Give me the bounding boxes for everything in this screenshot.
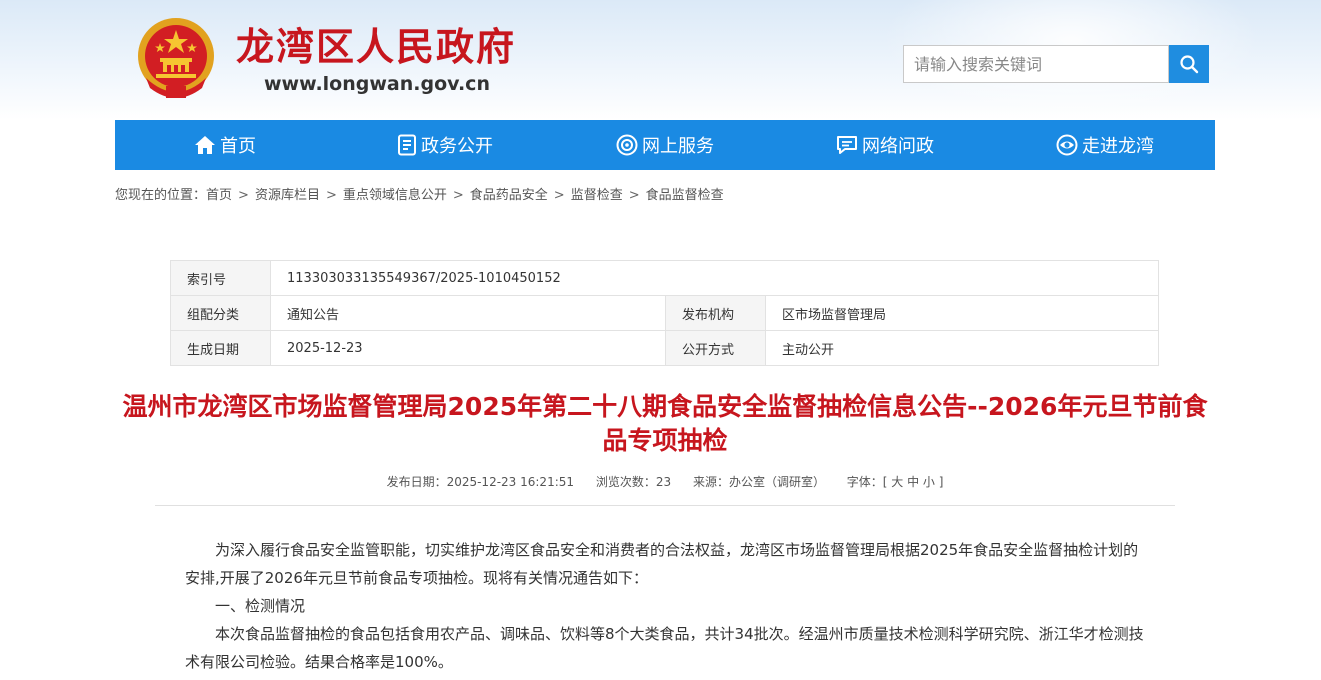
main-nav: 首页 政务公开 网上服务 网络问政 走进龙湾 [115, 120, 1215, 170]
breadcrumb-item-inspection[interactable]: 监督检查 [571, 188, 623, 203]
method-value: 主动公开 [765, 330, 1159, 366]
nav-item-government-affairs[interactable]: 政务公开 [335, 120, 555, 170]
breadcrumb-separator: > [452, 188, 464, 203]
nav-label: 网络问政 [862, 136, 934, 157]
table-row: 组配分类 通知公告 发布机构 区市场监督管理局 [170, 295, 1159, 331]
nav-item-home[interactable]: 首页 [115, 120, 335, 170]
category-value: 通知公告 [270, 295, 666, 331]
article-info: 发布日期：2025-12-23 16:21:51 浏览次数：23 来源：办公室（… [115, 473, 1215, 490]
divider [155, 505, 1175, 506]
search-icon [1180, 55, 1199, 74]
nav-label: 首页 [220, 136, 256, 157]
publish-date: 发布日期：2025-12-23 16:21:51 [386, 475, 575, 489]
breadcrumb-item-food-drug[interactable]: 食品药品安全 [470, 188, 548, 203]
eye-icon [1056, 134, 1078, 156]
method-label: 公开方式 [665, 330, 766, 366]
breadcrumb-item-key-areas[interactable]: 重点领域信息公开 [343, 188, 447, 203]
publisher-value: 区市场监督管理局 [765, 295, 1159, 331]
index-label: 索引号 [170, 260, 271, 296]
breadcrumb-separator: > [325, 188, 337, 203]
category-label: 组配分类 [170, 295, 271, 331]
search-button[interactable] [1169, 45, 1209, 83]
article-paragraph: 本次食品监督抽检的食品包括食用农产品、调味品、饮料等8个大类食品，共计34批次。… [185, 625, 1144, 671]
index-value: 113303033135549367/2025-1010450152 [270, 260, 1159, 296]
font-size-control[interactable]: 字体：[ 大 中 小 ] [847, 475, 944, 489]
breadcrumb-item-resource[interactable]: 资源库栏目 [255, 188, 320, 203]
nav-label: 走进龙湾 [1082, 136, 1154, 157]
nav-item-online-service[interactable]: 网上服务 [555, 120, 775, 170]
breadcrumb-separator: > [553, 188, 565, 203]
date-label: 生成日期 [170, 330, 271, 366]
nav-item-about-longwan[interactable]: 走进龙湾 [995, 120, 1215, 170]
site-title[interactable]: 龙湾区人民政府 [236, 24, 516, 70]
breadcrumb-item-food-inspection[interactable]: 食品监督检查 [646, 188, 724, 203]
chat-icon [837, 136, 857, 154]
document-meta-table: 索引号 113303033135549367/2025-1010450152 组… [170, 260, 1159, 366]
breadcrumb-separator: > [238, 188, 249, 203]
article-content: 为深入履行食品安全监管职能，切实维护龙湾区食品安全和消费者的合法权益，龙湾区市场… [185, 536, 1145, 676]
breadcrumb-prefix: 您现在的位置： [115, 188, 207, 203]
article-title: 温州市龙湾区市场监督管理局2025年第二十八期食品安全监督抽检信息公告--202… [122, 392, 1208, 455]
home-icon [195, 136, 215, 154]
article-source: 来源：办公室（调研室） [692, 475, 825, 489]
nav-label: 政务公开 [421, 136, 493, 157]
document-icon [398, 134, 416, 156]
breadcrumb: 您现在的位置：首页 > 资源库栏目 > 重点领域信息公开 > 食品药品安全 > 监督检查 > 食品监… [115, 186, 724, 206]
service-icon [616, 134, 638, 156]
article-paragraph: 一、检测情况 [215, 597, 306, 615]
national-emblem-icon[interactable] [136, 16, 216, 100]
view-count: 浏览次数：23 [595, 475, 672, 489]
date-value: 2025-12-23 [270, 330, 666, 366]
table-row: 生成日期 2025-12-23 公开方式 主动公开 [170, 330, 1159, 366]
nav-item-online-inquiry[interactable]: 网络问政 [775, 120, 995, 170]
search-input[interactable] [903, 45, 1169, 83]
publisher-label: 发布机构 [665, 295, 766, 331]
breadcrumb-item-home[interactable]: 首页 [206, 188, 232, 203]
table-row: 索引号 113303033135549367/2025-1010450152 [170, 260, 1159, 296]
article-paragraph: 为深入履行食品安全监管职能，切实维护龙湾区食品安全和消费者的合法权益，龙湾区市场… [185, 541, 1139, 587]
site-url[interactable]: www.longwan.gov.cn [264, 72, 490, 96]
nav-label: 网上服务 [642, 136, 714, 157]
breadcrumb-separator: > [628, 188, 640, 203]
